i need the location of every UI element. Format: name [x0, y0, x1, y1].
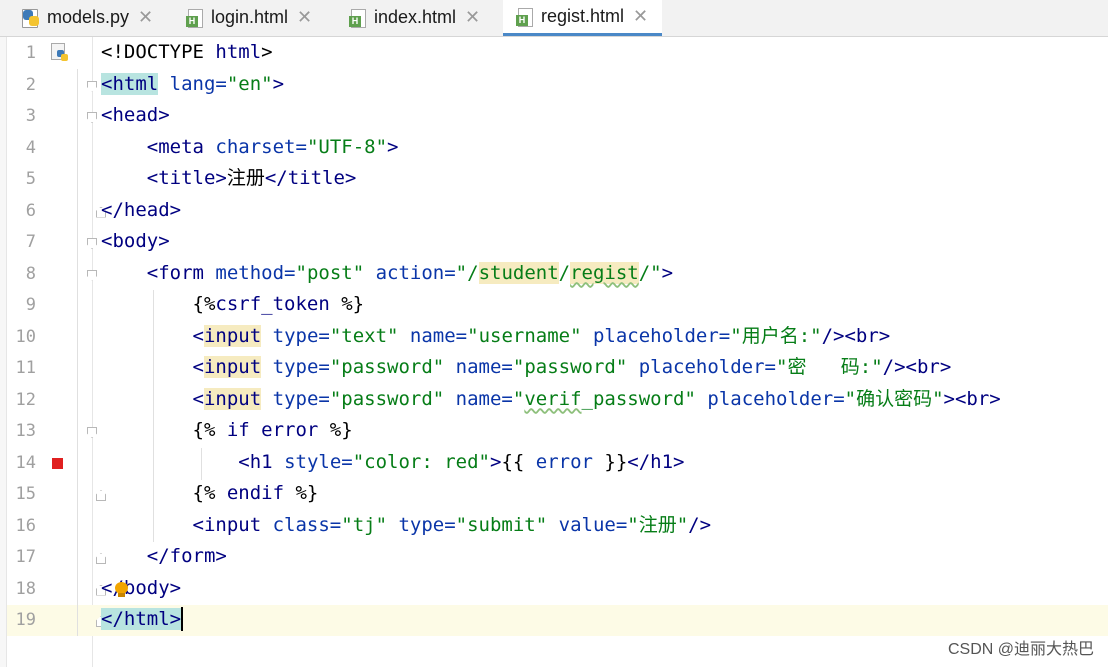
line-number: 16 — [15, 515, 36, 536]
code-line[interactable]: 12 <input type="password" name="verif_pa… — [0, 384, 1108, 416]
tab-index-html[interactable]: H index.html ✕ — [349, 0, 480, 35]
code-line[interactable]: 10 <input type="text" name="username" pl… — [0, 321, 1108, 353]
code-text: </head> — [101, 198, 182, 221]
watermark: CSDN @迪丽大热巴 — [947, 641, 1094, 658]
tab-models-py[interactable]: models.py ✕ — [22, 0, 153, 35]
line-number: 4 — [25, 137, 36, 158]
tab-label: login.html — [211, 7, 289, 27]
line-number: 9 — [25, 295, 36, 315]
code-line[interactable]: 9 {%csrf_token %} — [0, 289, 1108, 321]
code-line[interactable]: 5 <title>注册</title> — [0, 163, 1108, 195]
breakpoint-icon[interactable] — [52, 457, 63, 469]
tab-login-html[interactable]: H login.html ✕ — [186, 0, 312, 35]
line-number: 11 — [15, 358, 36, 378]
tab-label: index.html — [374, 7, 457, 27]
line-number: 19 — [15, 610, 36, 630]
fold-toggle-icon[interactable] — [87, 80, 97, 92]
line-number: 15 — [15, 484, 36, 504]
line-number: 17 — [15, 547, 36, 567]
code-line[interactable]: 4 <meta charset="UTF-8"> — [0, 132, 1108, 164]
text-caret — [181, 607, 184, 631]
tab-regist-html[interactable]: H regist.html ✕ — [503, 0, 663, 36]
code-text: <head> — [101, 104, 170, 126]
fold-toggle-icon[interactable] — [87, 427, 97, 438]
code-line-current[interactable]: 19 </html> — [0, 604, 1108, 636]
code-line[interactable]: 3 <head> — [0, 100, 1108, 132]
code-text: {%csrf_token %} — [101, 293, 365, 315]
line-number: 1 — [25, 43, 36, 63]
line-number: 7 — [25, 232, 36, 252]
code-line[interactable]: 17 </form> — [0, 541, 1108, 573]
code-text: <title>注册</title> — [146, 167, 357, 189]
code-line[interactable]: 13 {% if error %} — [0, 415, 1108, 447]
code-line[interactable]: 6 </head> — [0, 195, 1108, 227]
close-icon[interactable]: ✕ — [138, 7, 153, 28]
code-text: <!DOCTYPE html> — [101, 41, 273, 63]
code-line[interactable]: 7 <body> — [0, 226, 1108, 258]
python-file-icon — [22, 8, 40, 28]
code-line[interactable]: 1 <!DOCTYPE html> — [0, 37, 1108, 69]
line-number: 8 — [25, 263, 36, 284]
code-text: <html lang="en"> — [101, 72, 285, 95]
fold-toggle-icon[interactable] — [87, 269, 97, 281]
html-file-icon: H — [349, 8, 367, 28]
code-text: <input type="password" name="verif_passw… — [192, 387, 1001, 410]
line-number: 13 — [15, 421, 36, 441]
line-number: 5 — [25, 169, 36, 189]
code-line[interactable]: 18 </body> — [0, 573, 1108, 605]
code-text: {% if error %} — [101, 419, 353, 441]
code-text: <form method="post" action="/student/reg… — [146, 261, 674, 284]
line-number: 3 — [25, 106, 36, 126]
lightbulb-icon[interactable] — [114, 582, 128, 598]
close-icon[interactable]: ✕ — [465, 7, 480, 28]
line-number: 12 — [15, 389, 36, 410]
fold-toggle-icon[interactable] — [87, 112, 97, 123]
python-gutter-icon[interactable] — [51, 43, 68, 62]
editor-tab-bar: models.py ✕ H login.html ✕ H index.html … — [0, 0, 1108, 37]
code-text: </html> — [101, 607, 184, 631]
html-file-icon: H — [186, 8, 204, 28]
code-text: <meta charset="UTF-8"> — [146, 135, 399, 158]
close-icon[interactable]: ✕ — [633, 6, 648, 27]
code-text: <input class="tj" type="submit" value="注… — [192, 513, 712, 536]
code-line[interactable]: 2 <html lang="en"> — [0, 69, 1108, 101]
tab-bar-edge — [0, 0, 8, 36]
fold-toggle-icon[interactable] — [87, 238, 97, 249]
code-line[interactable]: 16 <input class="tj" type="submit" value… — [0, 510, 1108, 542]
line-number: 18 — [15, 578, 36, 599]
html-file-icon: H — [516, 7, 534, 27]
code-text: <body> — [101, 230, 170, 252]
close-icon[interactable]: ✕ — [297, 7, 312, 28]
code-text: {% endif %} — [101, 482, 319, 504]
line-number: 14 — [15, 452, 36, 473]
line-number: 2 — [25, 74, 36, 95]
tab-label: models.py — [47, 7, 130, 27]
code-line[interactable]: 11 <input type="password" name="password… — [0, 352, 1108, 384]
code-text: <input type="text" name="username" place… — [192, 324, 891, 347]
code-text: <h1 style="color: red">{{ error }}</h1> — [238, 450, 685, 473]
code-text: </body> — [101, 576, 182, 599]
code-line[interactable]: 15 {% endif %} — [0, 478, 1108, 510]
code-text: <input type="password" name="password" p… — [192, 356, 952, 378]
line-number: 10 — [15, 326, 36, 347]
tab-label: regist.html — [541, 6, 625, 26]
code-line[interactable]: 14 <h1 style="color: red">{{ error }}</h… — [0, 447, 1108, 479]
line-number: 6 — [25, 200, 36, 221]
code-line[interactable]: 8 <form method="post" action="/student/r… — [0, 258, 1108, 290]
code-text: </form> — [146, 545, 227, 567]
